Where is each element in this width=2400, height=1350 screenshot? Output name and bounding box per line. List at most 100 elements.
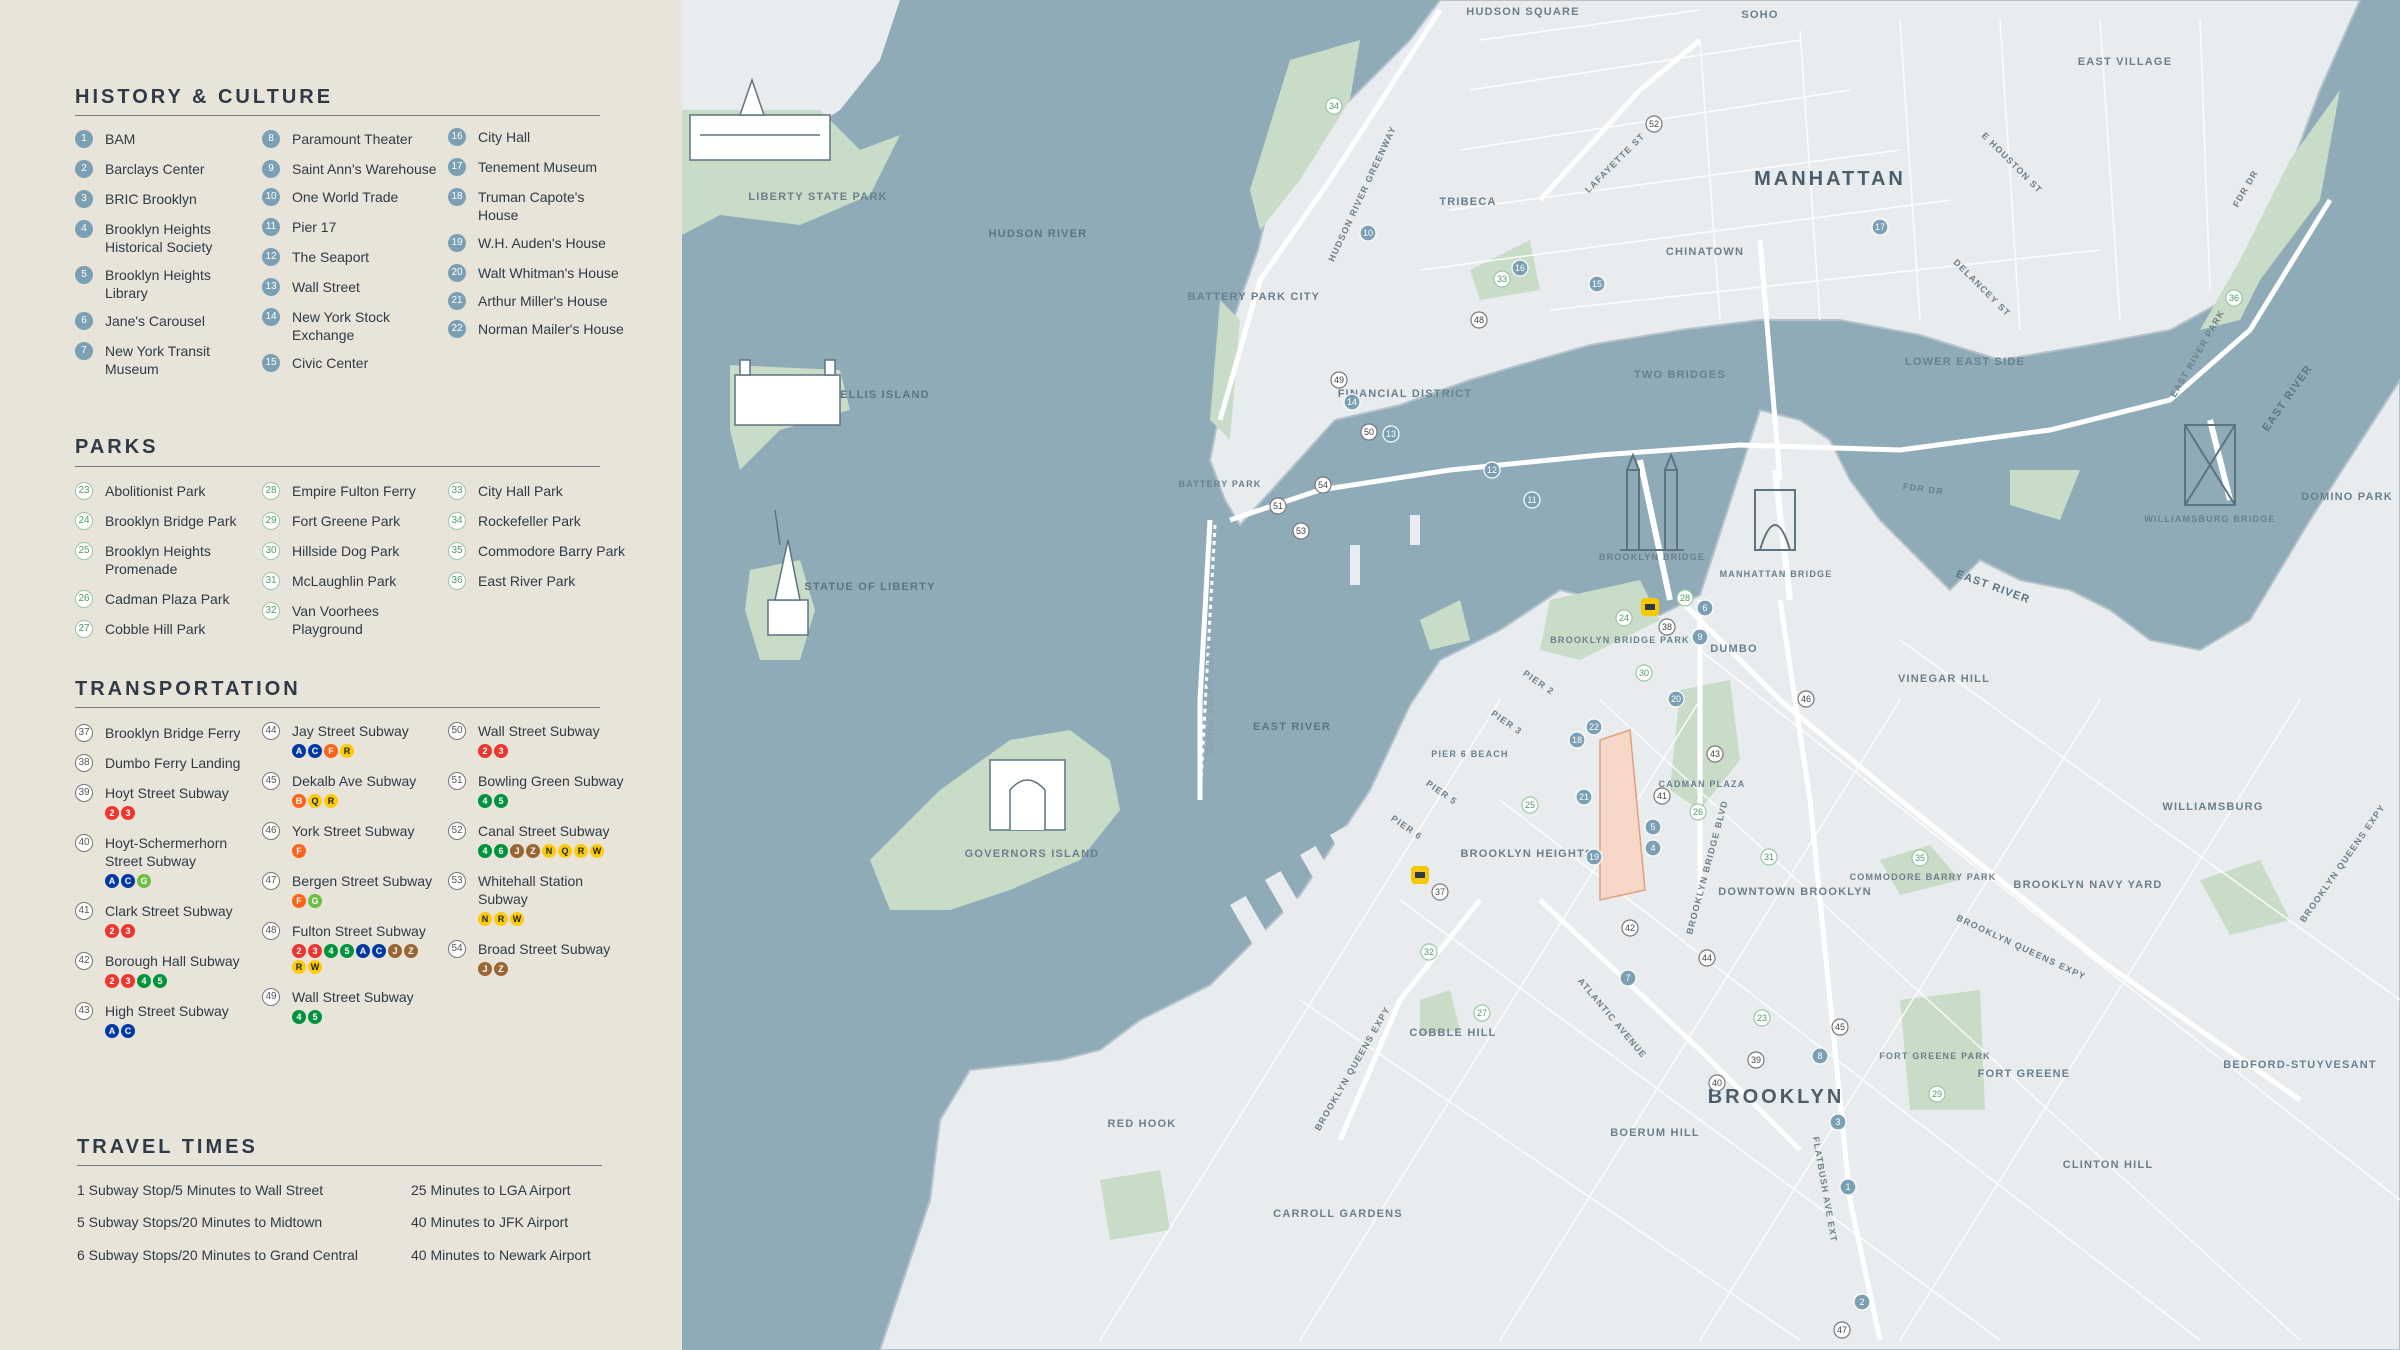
pin-number: 12: [1487, 465, 1497, 475]
pin-number: 16: [1515, 263, 1525, 273]
subway-line-bullet: 5: [308, 1010, 322, 1024]
map-pin[interactable]: 53: [1292, 522, 1310, 540]
map-pin[interactable]: 8: [1811, 1047, 1829, 1065]
map-pin[interactable]: 5: [1644, 818, 1662, 836]
map-pin[interactable]: 46: [1797, 690, 1815, 708]
map-pin[interactable]: 38: [1658, 618, 1676, 636]
map-pin[interactable]: 11: [1523, 491, 1541, 509]
label-tribeca: TRIBECA: [1439, 196, 1496, 208]
subway-lines: 45: [478, 794, 608, 808]
map-pin[interactable]: 13: [1382, 425, 1400, 443]
map-pin[interactable]: 35: [1911, 849, 1929, 867]
map-pin[interactable]: 33: [1493, 270, 1511, 288]
map-pin[interactable]: 29: [1928, 1085, 1946, 1103]
map-pin[interactable]: 54: [1314, 476, 1332, 494]
label-hudson-square: HUDSON SQUARE: [1466, 6, 1579, 18]
map-pin[interactable]: 47: [1833, 1321, 1851, 1339]
map-pin[interactable]: 3: [1829, 1113, 1847, 1131]
map-pin[interactable]: 9: [1691, 628, 1709, 646]
map-pin[interactable]: 16: [1511, 259, 1529, 277]
number-badge: 30: [262, 542, 280, 560]
map-pin[interactable]: 26: [1689, 803, 1707, 821]
subway-line-bullet: W: [510, 912, 524, 926]
subway-line-bullet: 2: [105, 924, 119, 938]
map-pin[interactable]: 23: [1753, 1009, 1771, 1027]
map-pin[interactable]: 28: [1676, 589, 1694, 607]
label-fort-greene: FORT GREENE: [1978, 1068, 2071, 1080]
map-pin[interactable]: 32: [1420, 943, 1438, 961]
transport-item: 41 Clark Street Subway 2 3: [75, 902, 255, 938]
item-label: Saint Ann's Warehouse: [292, 161, 437, 177]
number-badge: 51: [448, 772, 466, 790]
map-pin[interactable]: 51: [1269, 497, 1287, 515]
number-badge: 33: [448, 482, 466, 500]
history-item: 20 Walt Whitman's House: [448, 264, 628, 282]
subway-line-bullet: 4: [137, 974, 151, 988]
map-pin[interactable]: 14: [1343, 393, 1361, 411]
map-pin[interactable]: 36: [2225, 289, 2243, 307]
map-pin[interactable]: 31: [1760, 848, 1778, 866]
map-pin[interactable]: 34: [1325, 97, 1343, 115]
map-pin[interactable]: 18: [1568, 731, 1586, 749]
history-item: 2 Barclays Center: [75, 160, 255, 178]
map-pin[interactable]: 52: [1645, 115, 1663, 133]
map-pin[interactable]: 10: [1359, 224, 1377, 242]
map-pin[interactable]: 44: [1698, 949, 1716, 967]
map-pin[interactable]: 27: [1473, 1004, 1491, 1022]
pin-number: 6: [1702, 603, 1707, 613]
map-pin[interactable]: 43: [1706, 745, 1724, 763]
number-badge: 32: [262, 602, 280, 620]
subway-line-bullet: A: [105, 1024, 119, 1038]
map-pin[interactable]: 12: [1483, 461, 1501, 479]
label-governors-island: GOVERNORS ISLAND: [965, 848, 1100, 860]
subway-lines: AC: [105, 1024, 235, 1038]
number-badge: 7: [75, 342, 93, 360]
item-label: Jay Street Subway: [292, 723, 409, 739]
item-label: Broad Street Subway: [478, 941, 611, 957]
pin-number: 23: [1757, 1013, 1767, 1023]
map-pin[interactable]: 45: [1831, 1018, 1849, 1036]
map-pin[interactable]: 30: [1635, 664, 1653, 682]
map-pin[interactable]: 25: [1521, 796, 1539, 814]
map-pin[interactable]: 48: [1470, 311, 1488, 329]
travel-time: 40 Minutes to Newark Airport: [411, 1247, 591, 1263]
subway-lines: 2345ACJZ RW: [292, 944, 422, 974]
map-pin[interactable]: 6: [1696, 599, 1714, 617]
map-pin[interactable]: 20: [1667, 690, 1685, 708]
map-canvas[interactable]: HUDSON SQUARE SOHO EAST VILLAGE MANHATTA…: [682, 0, 2400, 1350]
map-pin[interactable]: 2: [1853, 1293, 1871, 1311]
item-label: Fulton Street Subway: [292, 923, 426, 939]
map-pin[interactable]: 41: [1653, 787, 1671, 805]
map-pin[interactable]: 17: [1871, 218, 1889, 236]
map-pin[interactable]: 19: [1585, 848, 1603, 866]
map-pin[interactable]: 40: [1708, 1074, 1726, 1092]
label-hugh-carey-tunnel: HUGH L CAREY TUNNEL: [1205, 641, 1214, 759]
transport-item: 45 Dekalb Ave Subway B Q R: [262, 772, 442, 808]
pin-number: 4: [1650, 843, 1655, 853]
map-pin[interactable]: 39: [1747, 1051, 1765, 1069]
map-pin[interactable]: 50: [1360, 423, 1378, 441]
map-pin[interactable]: 21: [1575, 788, 1593, 806]
map-pin[interactable]: 24: [1615, 609, 1633, 627]
map-pin[interactable]: 7: [1619, 969, 1637, 987]
divider: [77, 1165, 602, 1166]
number-badge: 31: [262, 572, 280, 590]
pin-number: 49: [1334, 375, 1344, 385]
subway-line-bullet: 3: [121, 806, 135, 820]
number-badge: 53: [448, 872, 466, 890]
map-pin[interactable]: 42: [1621, 919, 1639, 937]
map-pin[interactable]: 22: [1585, 718, 1603, 736]
history-item: 5 Brooklyn Heights Library: [75, 266, 255, 302]
number-badge: 36: [448, 572, 466, 590]
map-pin[interactable]: 1: [1839, 1178, 1857, 1196]
map-pin[interactable]: 49: [1330, 371, 1348, 389]
travel-time: 40 Minutes to JFK Airport: [411, 1214, 569, 1230]
pin-number: 34: [1329, 101, 1339, 111]
map-pin[interactable]: 4: [1644, 839, 1662, 857]
subway-line-bullet: R: [574, 844, 588, 858]
subway-line-bullet: R: [292, 960, 306, 974]
map-pin[interactable]: 15: [1588, 275, 1606, 293]
label-red-hook: RED HOOK: [1108, 1118, 1177, 1130]
map-pin[interactable]: 37: [1431, 883, 1449, 901]
number-badge: 16: [448, 128, 466, 146]
